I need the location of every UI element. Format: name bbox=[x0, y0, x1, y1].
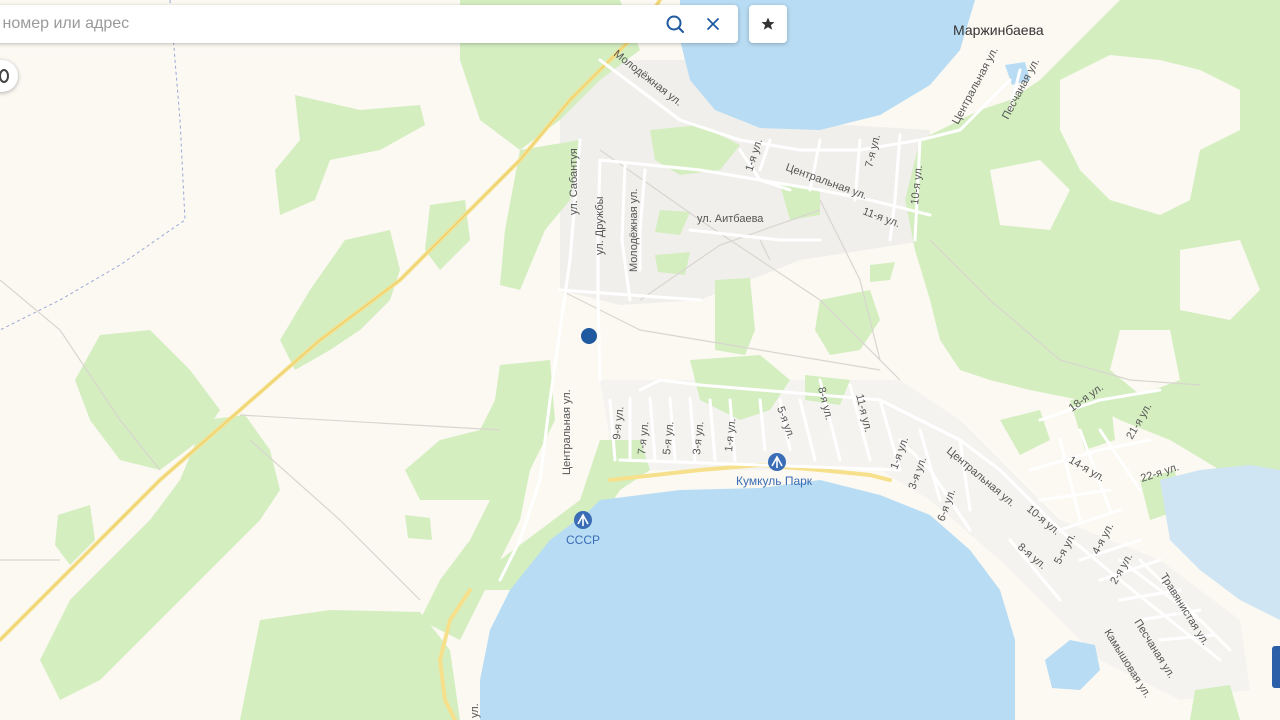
street-label: Центральная ул. bbox=[561, 389, 573, 475]
street-label: ул. bbox=[469, 703, 481, 718]
search-input[interactable] bbox=[0, 5, 630, 43]
chevron-icon bbox=[0, 69, 9, 83]
street-label: ул. Дружбы bbox=[594, 196, 606, 255]
street-label: Молодёжная ул. bbox=[628, 189, 640, 272]
location-marker[interactable] bbox=[581, 328, 597, 344]
search-icon[interactable] bbox=[664, 13, 686, 35]
poi-label: СССР bbox=[566, 533, 600, 547]
poi-label: Кумкуль Парк bbox=[736, 474, 813, 488]
close-icon[interactable] bbox=[702, 13, 724, 35]
map-canvas[interactable]: Маржинбаева Молодёжная ул. Центральная у… bbox=[0, 0, 1280, 720]
side-tab[interactable] bbox=[1272, 646, 1280, 688]
street-label: ул. Сабантуя bbox=[568, 148, 580, 215]
favorite-button[interactable] bbox=[749, 5, 787, 43]
street-label: ул. Аитбаева bbox=[697, 213, 764, 225]
settlement-label: Маржинбаева bbox=[953, 22, 1044, 38]
star-icon bbox=[761, 17, 775, 30]
search-bar bbox=[0, 5, 738, 43]
